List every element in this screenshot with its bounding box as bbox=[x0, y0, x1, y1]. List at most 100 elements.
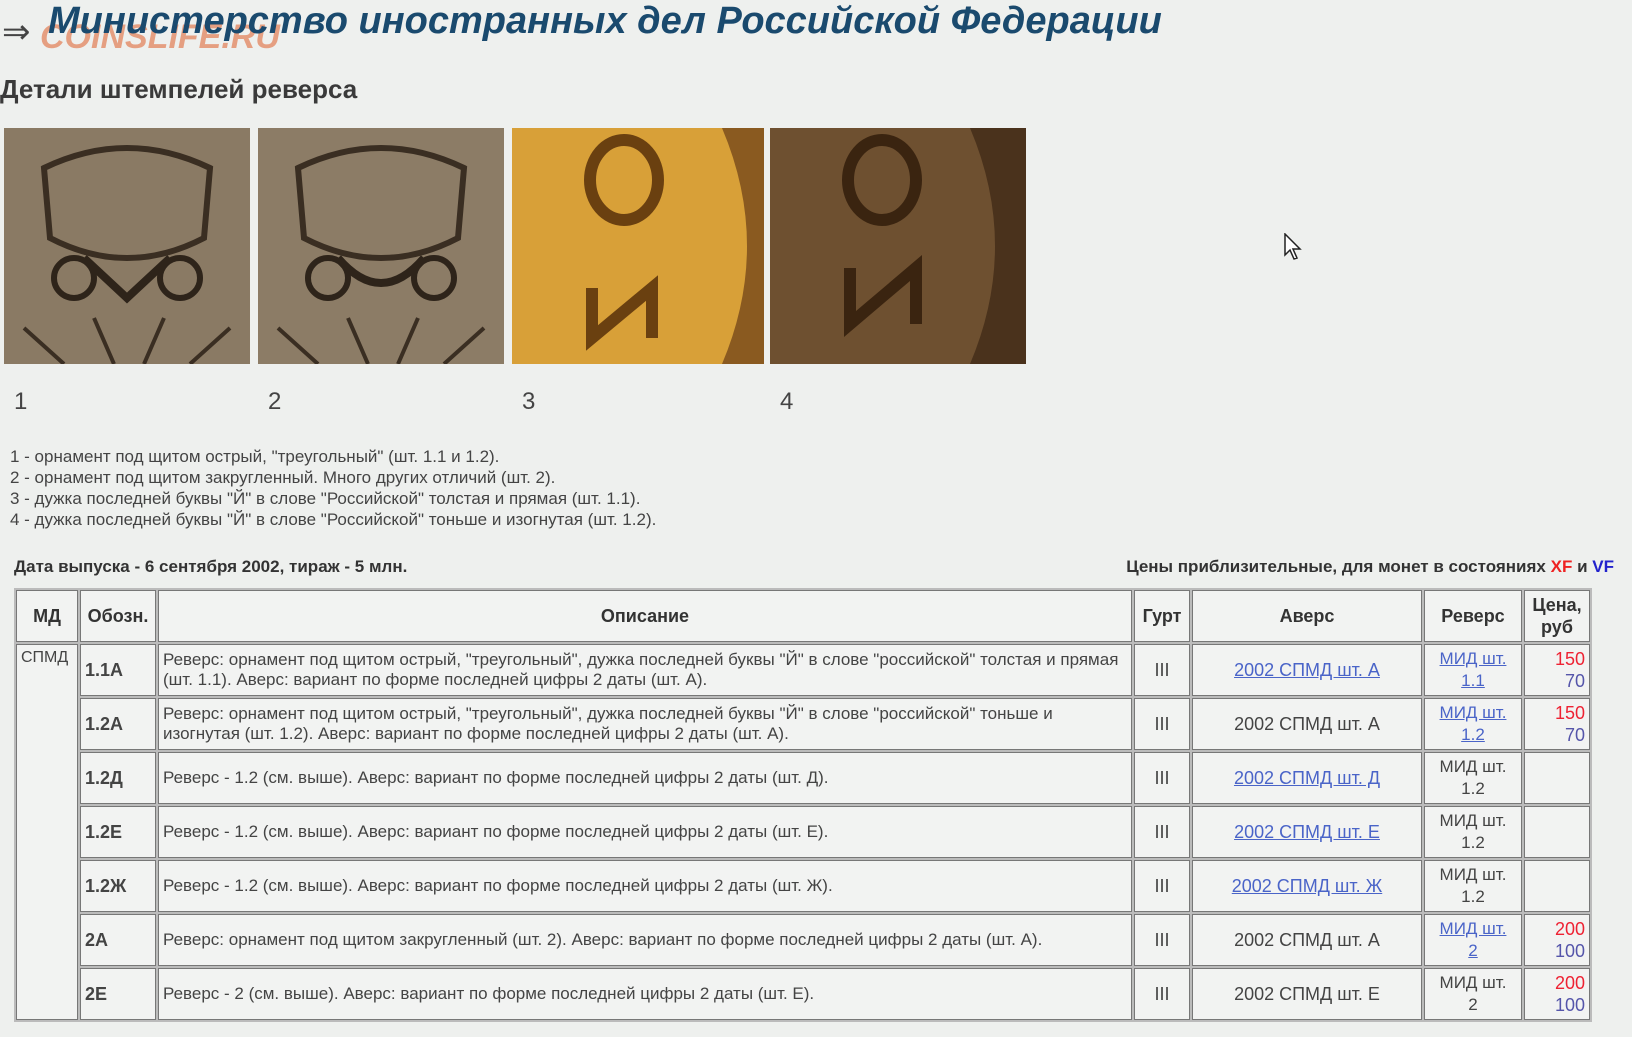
obverse-cell: 2002 СПМД шт. Е bbox=[1192, 968, 1422, 1020]
obverse-cell: 2002 СПМД шт. Д bbox=[1192, 752, 1422, 804]
price-note: Цены приблизительные, для монет в состоя… bbox=[1126, 557, 1614, 577]
edge-cell: III bbox=[1134, 806, 1190, 858]
col-obverse: Аверс bbox=[1192, 590, 1422, 642]
reverse-line-2: 1.2 bbox=[1461, 887, 1485, 906]
price-note-text: Цены приблизительные, для монет в состоя… bbox=[1126, 557, 1546, 576]
description-cell: Реверс - 1.2 (см. выше). Аверс: вариант … bbox=[158, 860, 1132, 912]
stamp-photo-3[interactable] bbox=[512, 128, 764, 364]
photo-caption-1: 1 bbox=[14, 388, 28, 415]
stamp-photo-4[interactable] bbox=[770, 128, 1026, 364]
stamp-photo-1-image bbox=[4, 128, 250, 364]
description-cell: Реверс - 1.2 (см. выше). Аверс: вариант … bbox=[158, 806, 1132, 858]
price-cell bbox=[1524, 806, 1590, 858]
col-md: МД bbox=[16, 590, 78, 642]
table-row: 2А Реверс: орнамент под щитом закругленн… bbox=[16, 914, 1590, 966]
price-cell: 200 100 bbox=[1524, 968, 1590, 1020]
edge-cell: III bbox=[1134, 752, 1190, 804]
obverse-link[interactable]: 2002 СПМД шт. А bbox=[1234, 660, 1380, 680]
photo-caption-2: 2 bbox=[268, 388, 282, 415]
code-cell: 2А bbox=[80, 914, 156, 966]
code-cell: 1.2Д bbox=[80, 752, 156, 804]
obverse-link[interactable]: 2002 СПМД шт. Д bbox=[1234, 768, 1380, 788]
code-cell: 1.2Ж bbox=[80, 860, 156, 912]
price-vf: 100 bbox=[1554, 995, 1585, 1015]
stamp-photo-3-image bbox=[512, 128, 764, 364]
price-cell bbox=[1524, 752, 1590, 804]
edge-cell: III bbox=[1134, 968, 1190, 1020]
obverse-cell: 2002 СПМД шт. А bbox=[1192, 914, 1422, 966]
xf-label: XF bbox=[1550, 557, 1573, 576]
reverse-line-2: 1.1 bbox=[1461, 671, 1485, 690]
edge-cell: III bbox=[1134, 644, 1190, 696]
obverse-cell: 2002 СПМД шт. А bbox=[1192, 644, 1422, 696]
edge-cell: III bbox=[1134, 914, 1190, 966]
stamp-photo-2[interactable] bbox=[258, 128, 504, 364]
description-cell: Реверс - 2 (см. выше). Аверс: вариант по… bbox=[158, 968, 1132, 1020]
col-description: Описание bbox=[158, 590, 1132, 642]
price-cell bbox=[1524, 860, 1590, 912]
stamp-notes: 1 - орнамент под щитом острый, "треуголь… bbox=[10, 446, 656, 530]
col-code: Обозн. bbox=[80, 590, 156, 642]
photo-caption-3: 3 bbox=[522, 388, 536, 415]
reverse-link[interactable]: МИД шт. 2 bbox=[1440, 919, 1507, 960]
reverse-line-1: МИД шт. bbox=[1439, 757, 1507, 776]
note-line: 4 - дужка последней буквы "Й" в слове "Р… bbox=[10, 510, 657, 529]
reverse-line-2: 2 bbox=[1468, 941, 1478, 960]
obverse-cell: 2002 СПМД шт. А bbox=[1192, 698, 1422, 750]
stamp-photo-4-image bbox=[770, 128, 1026, 364]
reverse-cell: МИД шт. 2 bbox=[1424, 914, 1522, 966]
stamp-photo-1[interactable] bbox=[4, 128, 250, 364]
obverse-link[interactable]: 2002 СПМД шт. Е bbox=[1234, 822, 1380, 842]
reverse-line-2: 2 bbox=[1468, 995, 1478, 1014]
reverse-line-1: МИД шт. bbox=[1439, 703, 1507, 722]
code-cell: 1.2А bbox=[80, 698, 156, 750]
price-vf: 70 bbox=[1564, 671, 1585, 691]
stamp-photo-2-image bbox=[258, 128, 504, 364]
reverse-line-1: МИД шт. bbox=[1439, 919, 1507, 938]
note-line: 1 - орнамент под щитом острый, "треуголь… bbox=[10, 447, 500, 466]
reverse-line-1: МИД шт. bbox=[1439, 973, 1507, 992]
reverse-line-1: МИД шт. bbox=[1439, 649, 1507, 668]
reverse-cell: МИД шт. 1.2 bbox=[1424, 860, 1522, 912]
obverse-cell: 2002 СПМД шт. Е bbox=[1192, 806, 1422, 858]
price-cell: 200 100 bbox=[1524, 914, 1590, 966]
price-xf: 200 bbox=[1554, 919, 1585, 939]
col-reverse: Реверс bbox=[1424, 590, 1522, 642]
reverse-link[interactable]: МИД шт. 1.1 bbox=[1440, 649, 1507, 690]
varieties-table: МД Обозн. Описание Гурт Аверс Реверс Цен… bbox=[14, 588, 1592, 1022]
code-cell: 1.1А bbox=[80, 644, 156, 696]
obverse-cell: 2002 СПМД шт. Ж bbox=[1192, 860, 1422, 912]
note-line: 3 - дужка последней буквы "Й" в слове "Р… bbox=[10, 489, 641, 508]
obverse-link[interactable]: 2002 СПМД шт. Ж bbox=[1232, 876, 1382, 896]
arrow-icon: ⇒ bbox=[2, 13, 31, 51]
reverse-line-2: 1.2 bbox=[1461, 725, 1485, 744]
price-xf: 150 bbox=[1554, 703, 1585, 723]
reverse-cell: МИД шт. 2 bbox=[1424, 968, 1522, 1020]
price-xf: 150 bbox=[1554, 649, 1585, 669]
and-text: и bbox=[1577, 557, 1588, 576]
table-row: 2Е Реверс - 2 (см. выше). Аверс: вариант… bbox=[16, 968, 1590, 1020]
table-header-row: МД Обозн. Описание Гурт Аверс Реверс Цен… bbox=[16, 590, 1590, 642]
reverse-line-1: МИД шт. bbox=[1439, 811, 1507, 830]
page-title: Министерство иностранных дел Российской … bbox=[48, 0, 1162, 42]
reverse-line-1: МИД шт. bbox=[1439, 865, 1507, 884]
mouse-cursor-icon bbox=[1284, 233, 1302, 260]
col-edge: Гурт bbox=[1134, 590, 1190, 642]
price-vf: 70 bbox=[1564, 725, 1585, 745]
page-header: ⇒ COINSLIFE.RU Министерство иностранных … bbox=[0, 0, 1632, 60]
edge-cell: III bbox=[1134, 698, 1190, 750]
code-cell: 2Е bbox=[80, 968, 156, 1020]
table-row: 1.2А Реверс: орнамент под щитом острый, … bbox=[16, 698, 1590, 750]
note-line: 2 - орнамент под щитом закругленный. Мно… bbox=[10, 468, 556, 487]
price-cell: 150 70 bbox=[1524, 698, 1590, 750]
description-cell: Реверс: орнамент под щитом острый, "треу… bbox=[158, 698, 1132, 750]
reverse-line-2: 1.2 bbox=[1461, 833, 1485, 852]
reverse-link[interactable]: МИД шт. 1.2 bbox=[1440, 703, 1507, 744]
reverse-cell: МИД шт. 1.2 bbox=[1424, 698, 1522, 750]
reverse-line-2: 1.2 bbox=[1461, 779, 1485, 798]
col-price: Цена, руб bbox=[1524, 590, 1590, 642]
issue-date-text: Дата выпуска - 6 сентября 2002, тираж - … bbox=[14, 557, 408, 576]
edge-cell: III bbox=[1134, 860, 1190, 912]
section-title: Детали штемпелей реверса bbox=[0, 74, 358, 104]
mint-cell: СПМД bbox=[16, 644, 78, 1020]
